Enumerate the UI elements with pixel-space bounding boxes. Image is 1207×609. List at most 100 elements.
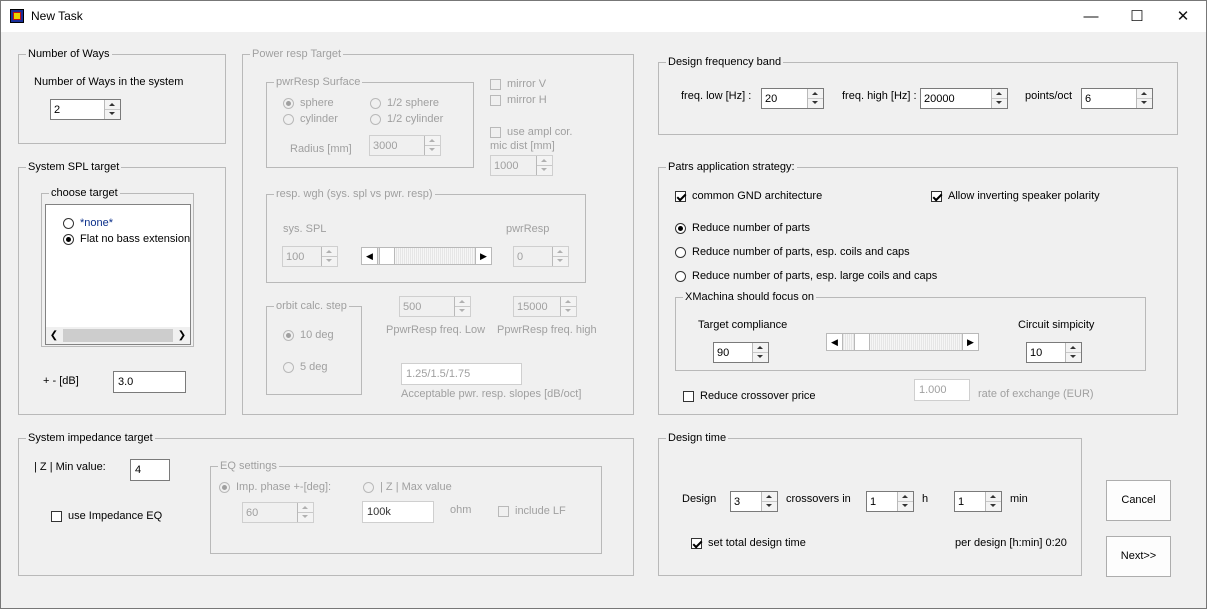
target-compliance-spinner[interactable]: 90 (713, 342, 769, 363)
reduce-large-coils-label[interactable]: Reduce number of parts, esp. large coils… (692, 270, 937, 283)
common-gnd-label[interactable]: common GND architecture (692, 190, 822, 203)
reduce-price-label[interactable]: Reduce crossover price (700, 390, 816, 403)
reduce-parts-label[interactable]: Reduce number of parts (692, 222, 810, 235)
focus-slider[interactable]: ◀ ▶ (826, 333, 979, 351)
mic-dist-spinner[interactable]: 1000 (490, 155, 553, 176)
radius-value: 3000 (373, 140, 398, 152)
number-of-ways-legend: Number of Ways (28, 48, 110, 60)
allow-inverting-checkbox[interactable] (931, 191, 942, 202)
reduce-price-checkbox[interactable] (683, 391, 694, 402)
spinner-arrows-icon[interactable] (1065, 343, 1081, 362)
crossover-count-value: 3 (734, 496, 741, 508)
mirror-h-checkbox[interactable] (490, 95, 501, 106)
allow-inverting-label[interactable]: Allow inverting speaker polarity (948, 190, 1100, 203)
freq-high-spinner[interactable]: 20000 (920, 88, 1008, 109)
spinner-arrows-icon[interactable] (536, 156, 552, 175)
system-impedance-target-legend: System impedance target (28, 432, 153, 444)
hours-spinner[interactable]: 1 (866, 491, 914, 512)
exchange-rate-input[interactable]: 1.000 (914, 379, 970, 401)
freq-low-spinner[interactable]: 20 (761, 88, 824, 109)
freq-low-label: freq. low [Hz] : (681, 90, 752, 102)
pwr-freq-low-spinner[interactable]: 500 (399, 296, 471, 317)
spinner-arrows-icon[interactable] (104, 100, 120, 119)
cylinder-radio[interactable] (283, 114, 294, 125)
set-total-time-checkbox[interactable] (691, 538, 702, 549)
slopes-input[interactable]: 1.25/1.5/1.75 (401, 363, 522, 385)
ohm-label: ohm (450, 504, 472, 516)
reduce-large-coils-radio[interactable] (675, 271, 686, 282)
focus-slider-thumb[interactable] (854, 334, 870, 350)
imp-phase-spinner[interactable]: 60 (242, 502, 314, 523)
minutes-value: 1 (958, 496, 965, 508)
orbit-5deg-radio[interactable] (283, 362, 294, 373)
half-sphere-radio[interactable] (370, 98, 381, 109)
maximize-button[interactable]: ☐ (1114, 1, 1160, 32)
slider-left-icon[interactable]: ◀ (827, 334, 843, 350)
spinner-arrows-icon[interactable] (297, 503, 313, 522)
crossover-count-spinner[interactable]: 3 (730, 491, 778, 512)
list-horizontal-scrollbar[interactable]: ❮ ❯ (46, 327, 190, 344)
mirror-v-label: mirror V (507, 78, 547, 90)
design-time-legend: Design time (668, 432, 727, 444)
spinner-arrows-icon[interactable] (761, 492, 777, 511)
spinner-arrows-icon[interactable] (552, 247, 568, 266)
use-impedance-eq-checkbox[interactable] (51, 511, 62, 522)
number-of-ways-spinner[interactable]: 2 (50, 99, 121, 120)
slider-left-icon[interactable]: ◀ (362, 248, 378, 264)
target-flat-label[interactable]: Flat no bass extension (80, 233, 190, 246)
sphere-radio[interactable] (283, 98, 294, 109)
slider-right-icon[interactable]: ▶ (962, 334, 978, 350)
spinner-arrows-icon[interactable] (991, 89, 1007, 108)
z-max-radio[interactable] (363, 482, 374, 493)
use-impedance-eq-label[interactable]: use Impedance EQ (68, 510, 162, 523)
spinner-arrows-icon[interactable] (985, 492, 1001, 511)
focus-legend: XMachina should focus on (685, 291, 815, 303)
use-ampl-label: use ampl cor. (507, 126, 573, 138)
spinner-arrows-icon[interactable] (807, 89, 823, 108)
scroll-left-icon[interactable]: ❮ (46, 327, 62, 344)
tolerance-input[interactable]: 3.0 (113, 371, 186, 393)
next-button[interactable]: Next>> (1106, 536, 1171, 577)
spinner-arrows-icon[interactable] (424, 136, 440, 155)
reduce-parts-radio[interactable] (675, 223, 686, 234)
points-per-octave-spinner[interactable]: 6 (1081, 88, 1153, 109)
orbit-10deg-radio[interactable] (283, 330, 294, 341)
orbit-5deg-label: 5 deg (300, 361, 328, 373)
common-gnd-checkbox[interactable] (675, 191, 686, 202)
weight-slider-thumb[interactable] (379, 248, 395, 264)
spinner-arrows-icon[interactable] (321, 247, 337, 266)
include-lf-checkbox[interactable] (498, 506, 509, 517)
sys-spl-label: sys. SPL (283, 223, 327, 235)
set-total-time-label[interactable]: set total design time (708, 537, 806, 550)
spinner-arrows-icon[interactable] (752, 343, 768, 362)
mirror-v-checkbox[interactable] (490, 79, 501, 90)
radius-spinner[interactable]: 3000 (369, 135, 441, 156)
slider-right-icon[interactable]: ▶ (475, 248, 491, 264)
spinner-arrows-icon[interactable] (897, 492, 913, 511)
half-cylinder-radio[interactable] (370, 114, 381, 125)
pwrresp-weight-spinner[interactable]: 0 (513, 246, 569, 267)
scroll-thumb[interactable] (63, 329, 173, 342)
reduce-coils-caps-radio[interactable] (675, 247, 686, 258)
cancel-button[interactable]: Cancel (1106, 480, 1171, 521)
z-min-input[interactable]: 4 (130, 459, 170, 481)
scroll-right-icon[interactable]: ❯ (174, 327, 190, 344)
spinner-arrows-icon[interactable] (454, 297, 470, 316)
target-none-label[interactable]: *none* (80, 217, 113, 230)
sys-spl-spinner[interactable]: 100 (282, 246, 338, 267)
spinner-arrows-icon[interactable] (1136, 89, 1152, 108)
pwr-freq-high-spinner[interactable]: 15000 (513, 296, 577, 317)
target-flat-radio[interactable] (63, 234, 74, 245)
circuit-simplicity-spinner[interactable]: 10 (1026, 342, 1082, 363)
close-button[interactable]: ✕ (1160, 1, 1206, 32)
reduce-coils-caps-label[interactable]: Reduce number of parts, esp. coils and c… (692, 246, 910, 259)
imp-phase-radio[interactable] (219, 482, 230, 493)
pwr-freq-high-value: 15000 (517, 301, 548, 313)
minimize-button[interactable]: — (1068, 1, 1114, 32)
z-max-input[interactable]: 100k (362, 501, 434, 523)
minutes-spinner[interactable]: 1 (954, 491, 1002, 512)
spinner-arrows-icon[interactable] (560, 297, 576, 316)
target-none-radio[interactable] (63, 218, 74, 229)
weight-slider[interactable]: ◀ ▶ (361, 247, 492, 265)
use-ampl-checkbox[interactable] (490, 127, 501, 138)
